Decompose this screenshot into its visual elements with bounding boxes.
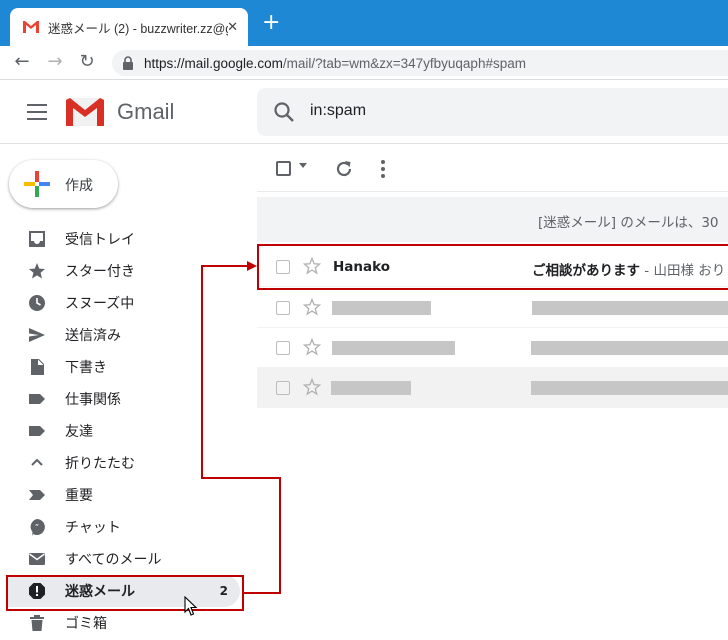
redacted-sender — [331, 381, 411, 395]
row-checkbox[interactable] — [276, 301, 290, 315]
redacted-subject — [531, 341, 728, 355]
table-row[interactable] — [257, 328, 728, 368]
select-menu-chevron-down-icon[interactable] — [299, 163, 307, 168]
search-query: in:spam — [310, 102, 367, 119]
gmail-logo-icon — [66, 98, 104, 126]
svg-text:”: ” — [35, 523, 39, 532]
sidebar-item-label: 仕事関係 — [65, 392, 121, 408]
star-outline-icon[interactable] — [303, 378, 321, 396]
sidebar-item-important[interactable]: 重要 — [0, 479, 250, 511]
clock-icon — [29, 295, 45, 311]
spam-notice-bar: [迷惑メール] のメールは、30 — [257, 197, 728, 242]
table-row[interactable] — [257, 288, 728, 328]
star-outline-icon[interactable] — [303, 338, 321, 356]
mouse-pointer-icon — [184, 596, 198, 616]
highlight-box-message — [257, 244, 728, 290]
gmail-favicon-icon — [22, 20, 40, 34]
sidebar-item-starred[interactable]: スター付き — [0, 255, 250, 287]
compose-label: 作成 — [65, 178, 93, 194]
address-bar[interactable]: https://mail.google.com/mail/?tab=wm&zx=… — [112, 50, 728, 76]
send-icon — [29, 328, 45, 342]
sidebar-item-drafts[interactable]: 下書き — [0, 351, 250, 383]
new-tab-icon[interactable]: + — [262, 12, 280, 34]
sidebar-item-label: 受信トレイ — [65, 232, 135, 248]
search-input[interactable]: in:spam — [257, 88, 728, 136]
sidebar-item-sent[interactable]: 送信済み — [0, 319, 250, 351]
important-icon — [29, 490, 45, 500]
browser-tab[interactable]: 迷惑メール (2) - buzzwriter.zz@gm ✕ — [10, 8, 248, 46]
browser-toolbar: ← → ↻ https://mail.google.com/mail/?tab=… — [0, 46, 728, 80]
browser-tab-strip: 迷惑メール (2) - buzzwriter.zz@gm ✕ + — [0, 0, 728, 46]
list-toolbar — [257, 148, 728, 192]
url-text: https://mail.google.com/mail/?tab=wm&zx=… — [144, 55, 526, 71]
redacted-subject — [531, 381, 728, 395]
sidebar-item-label: すべてのメール — [65, 552, 162, 568]
redacted-sender — [332, 341, 455, 355]
tab-close-icon[interactable]: ✕ — [227, 20, 238, 35]
compose-plus-icon — [24, 171, 50, 197]
draft-icon — [31, 359, 44, 375]
sidebar-item-label: 友達 — [65, 424, 93, 440]
select-all-checkbox[interactable] — [276, 161, 291, 176]
sidebar-item-snoozed[interactable]: スヌーズ中 — [0, 287, 250, 319]
main-menu-icon[interactable] — [27, 104, 47, 120]
redacted-subject — [532, 301, 728, 315]
sidebar-item-label: ゴミ箱 — [65, 616, 107, 632]
mail-icon — [29, 553, 45, 565]
inbox-icon — [29, 231, 45, 247]
sidebar-item-work[interactable]: 仕事関係 — [0, 383, 250, 415]
more-options-icon[interactable] — [381, 160, 385, 178]
sidebar-item-label: チャット — [65, 520, 121, 536]
star-icon — [29, 263, 45, 279]
sidebar-item-collapse[interactable]: 折りたたむ — [0, 447, 250, 479]
sidebar-item-label: 送信済み — [65, 328, 121, 344]
sidebar-item-label: 重要 — [65, 488, 93, 504]
row-checkbox[interactable] — [276, 381, 290, 395]
chevron-up-icon — [31, 458, 43, 466]
highlight-box-spam — [6, 575, 244, 611]
star-outline-icon[interactable] — [303, 298, 321, 316]
gmail-wordmark: Gmail — [117, 99, 175, 124]
sidebar-item-label: スヌーズ中 — [65, 296, 135, 312]
label-icon — [29, 394, 45, 404]
sidebar-item-inbox[interactable]: 受信トレイ — [0, 223, 250, 255]
sidebar-item-all-mail[interactable]: すべてのメール — [0, 543, 250, 575]
compose-button[interactable]: 作成 — [9, 160, 118, 208]
sidebar-item-label: 折りたたむ — [65, 456, 135, 472]
search-icon[interactable] — [273, 101, 295, 123]
reload-icon[interactable]: ↻ — [76, 51, 98, 73]
table-row[interactable] — [257, 368, 728, 408]
chat-icon: ” — [30, 519, 45, 536]
refresh-icon[interactable] — [334, 159, 354, 179]
sidebar-item-chat[interactable]: ” チャット — [0, 511, 250, 543]
row-checkbox[interactable] — [276, 341, 290, 355]
label-icon — [29, 426, 45, 436]
back-icon[interactable]: ← — [11, 51, 33, 73]
sidebar-item-label: 下書き — [65, 360, 107, 376]
forward-icon[interactable]: → — [44, 51, 66, 73]
redacted-sender — [332, 301, 431, 315]
sidebar-item-trash[interactable]: ゴミ箱 — [0, 607, 250, 639]
sidebar-item-label: スター付き — [65, 264, 135, 280]
tab-title: 迷惑メール (2) - buzzwriter.zz@gm — [48, 21, 228, 36]
trash-icon — [30, 615, 44, 631]
lock-icon — [123, 56, 133, 70]
gmail-header: Gmail in:spam — [0, 80, 728, 144]
spam-notice-text: [迷惑メール] のメールは、30 — [538, 215, 719, 231]
sidebar-item-friends[interactable]: 友達 — [0, 415, 250, 447]
